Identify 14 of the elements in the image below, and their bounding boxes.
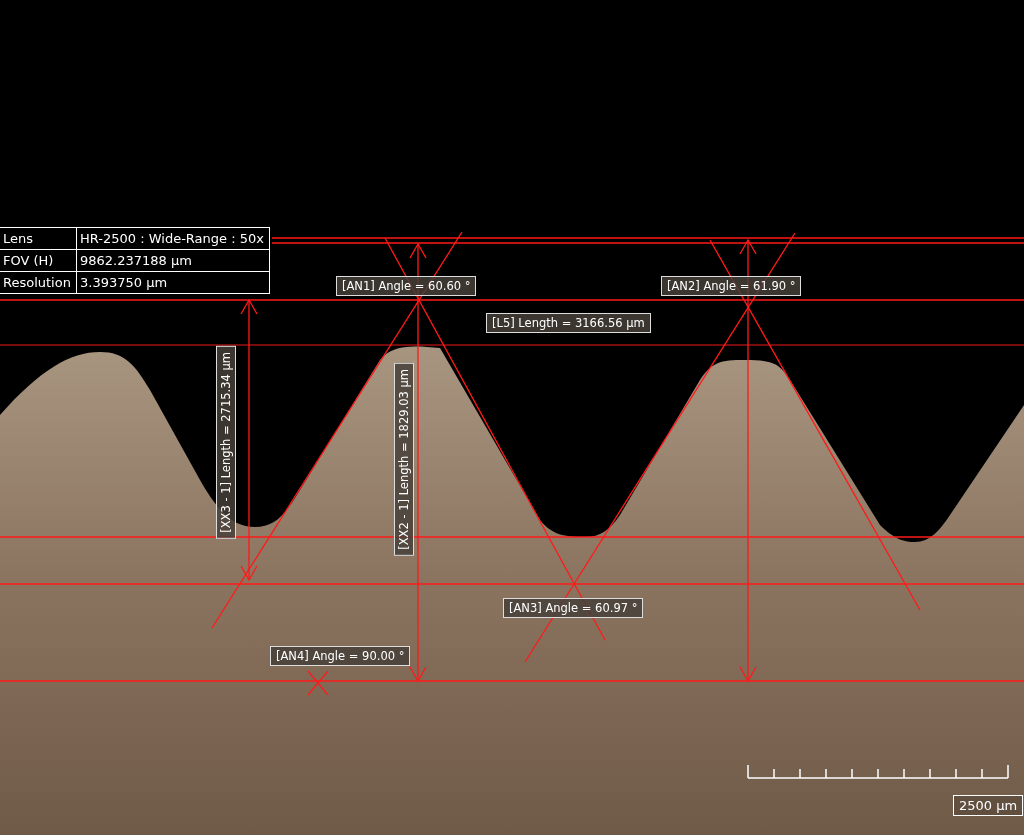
- measurement-label: [AN1] Angle = 60.60 °: [336, 276, 477, 296]
- measurement-label: [XX2 - 1] Length = 1829.03 µm: [394, 363, 414, 556]
- measurement-label: [AN4] Angle = 90.00 °: [270, 646, 411, 666]
- info-value: HR-2500 : Wide-Range : 50x: [76, 227, 270, 250]
- measurement-label: [L5] Length = 3166.56 µm: [486, 313, 651, 333]
- info-label: FOV (H): [0, 249, 77, 272]
- scale-label: 2500 µm: [953, 795, 1024, 816]
- info-label: Lens: [0, 227, 77, 250]
- info-label: Resolution: [0, 271, 77, 294]
- measurement-label: [AN3] Angle = 60.97 °: [503, 598, 644, 618]
- info-value: 9862.237188 µm: [76, 249, 270, 272]
- measurement-label: [AN2] Angle = 61.90 °: [661, 276, 802, 296]
- info-value: 3.393750 µm: [76, 271, 270, 294]
- measurement-label: [XX3 - 1] Length = 2715.34 µm: [216, 346, 236, 539]
